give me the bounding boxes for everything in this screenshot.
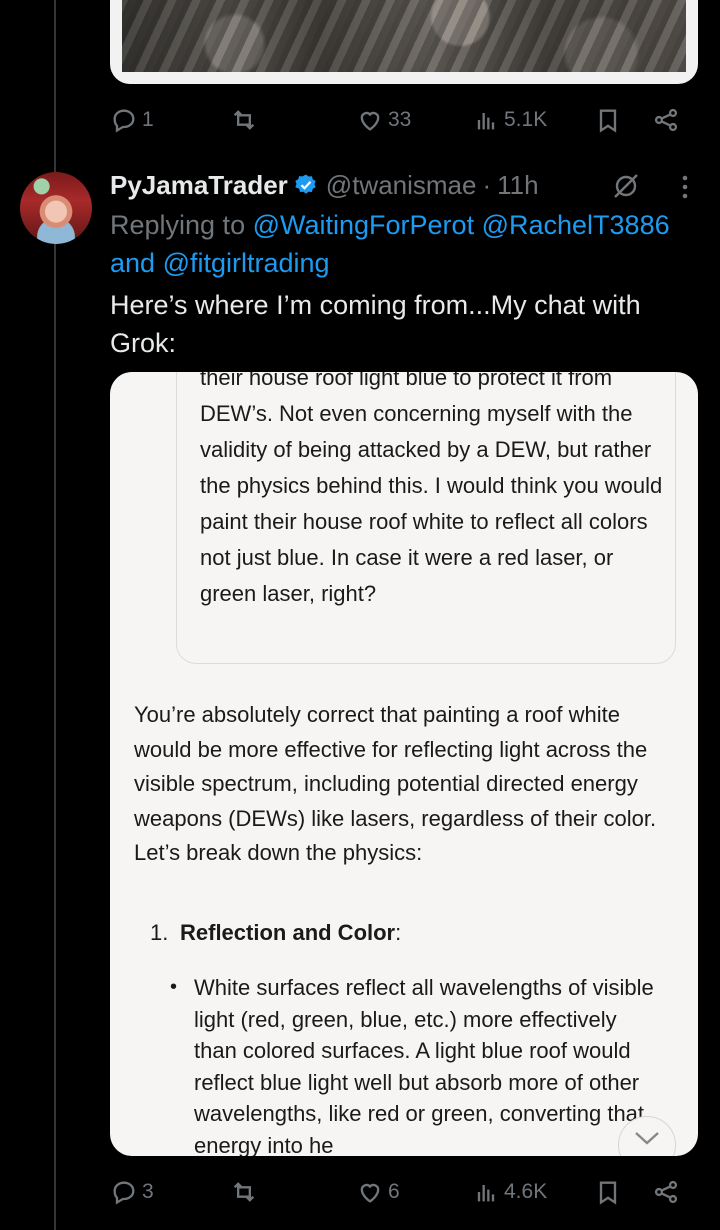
reply-icon [113,109,135,133]
mentions-joiner[interactable]: and [110,248,155,278]
share-icon [654,1180,678,1204]
reply-count: 3 [142,1180,154,1203]
reply-count: 1 [142,108,154,131]
list-title-bold: Reflection and Color [180,920,396,945]
list-number: 1. [150,920,169,945]
retweet-icon [233,110,255,130]
views-icon [477,1185,495,1202]
bookmark-button[interactable] [594,106,622,134]
timestamp[interactable]: 11h [497,170,538,201]
views-count: 4.6K [504,1180,548,1203]
handle[interactable]: @twanismae [326,170,477,201]
list-title-suffix: : [395,920,402,945]
views-icon [477,113,495,130]
reply-button[interactable]: 3 [110,1178,154,1206]
display-name[interactable]: PyJamaTrader [110,170,288,201]
bullet-text: White surfaces reflect all wavelengths o… [194,975,654,1156]
bullet-dot: • [170,976,178,998]
tweet-actions: 3 6 4.6K [110,1170,698,1214]
bookmark-icon [599,109,617,133]
previous-tweet-actions: 1 33 5.1K [110,98,698,142]
retweet-icon [233,1182,255,1202]
mention-waitingforperot[interactable]: @WaitingForPerot [253,210,474,240]
bookmark-icon [599,1181,617,1205]
share-button[interactable] [652,1178,680,1206]
like-icon [360,1183,380,1203]
mention-rachelt3886[interactable]: @RachelT3886 [482,210,670,240]
grok-icon[interactable] [610,170,642,207]
user-message-text: their house roof light blue to protect i… [200,372,663,606]
like-count: 33 [388,108,412,131]
replying-to: Replying to @WaitingForPerot @RachelT388… [110,206,700,282]
views-button[interactable]: 4.6K [472,1178,547,1206]
share-icon [654,108,678,132]
like-button[interactable]: 6 [356,1178,400,1206]
tweet-image[interactable]: their house roof light blue to protect i… [110,372,698,1156]
mention-fitgirltrading[interactable]: @fitgirltrading [163,248,330,278]
chevron-down-icon [635,1132,659,1145]
separator: · [482,169,492,200]
reply-icon [113,1181,135,1205]
previous-tweet-image[interactable] [110,0,698,84]
retweet-button[interactable] [230,1178,258,1206]
bookmark-button[interactable] [594,1178,622,1206]
like-count: 6 [388,1180,400,1203]
share-button[interactable] [652,106,680,134]
list-title: Reflection and Color: [180,920,401,946]
image-content [122,0,686,72]
answer-intro: You’re absolutely correct that painting … [134,702,657,866]
views-count: 5.1K [504,108,548,131]
like-icon [360,111,380,131]
tweet-header: PyJamaTrader @twanismae · 11h [110,168,539,202]
replying-prefix: Replying to [110,210,253,240]
more-icon[interactable] [676,172,694,207]
reply-button[interactable]: 1 [110,106,154,134]
avatar[interactable] [20,172,92,244]
like-button[interactable]: 33 [356,106,411,134]
views-button[interactable]: 5.1K [472,106,547,134]
tweet-text: Here’s where I’m coming from...My chat w… [110,290,641,358]
retweet-button[interactable] [230,106,258,134]
verified-icon [294,173,318,197]
